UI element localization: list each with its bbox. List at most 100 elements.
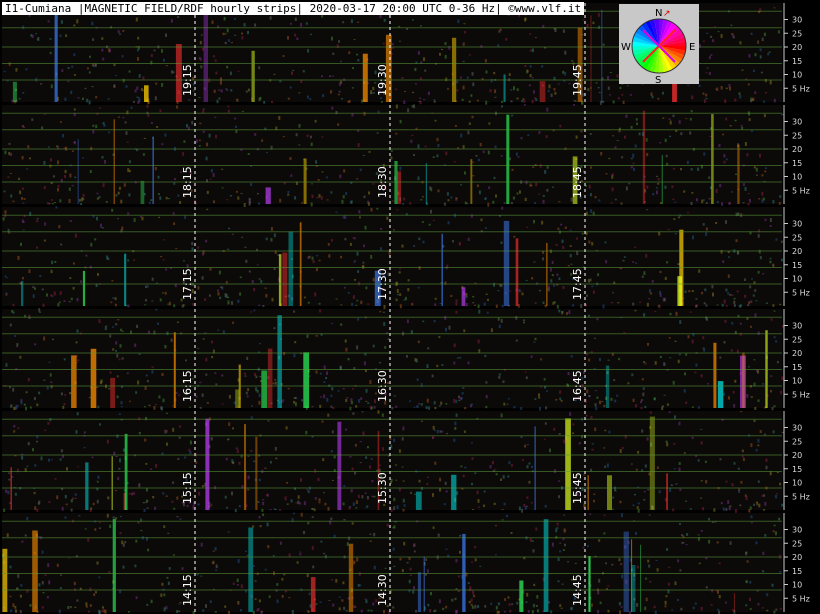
burst-mark xyxy=(503,220,510,306)
y-tick-label: 15 xyxy=(792,159,802,168)
noise-dot xyxy=(57,188,59,192)
noise-dot xyxy=(717,31,720,33)
noise-dot xyxy=(105,325,108,327)
noise-dot xyxy=(32,448,34,452)
burst-mark xyxy=(737,144,740,204)
noise-dot xyxy=(353,605,356,608)
noise-dot xyxy=(73,141,76,145)
burst-mark xyxy=(425,163,427,204)
noise-dot xyxy=(349,242,352,246)
noise-dot xyxy=(95,124,98,129)
noise-dot xyxy=(323,492,325,494)
noise-dot xyxy=(293,400,296,404)
noise-dot xyxy=(698,562,701,565)
noise-dot xyxy=(307,301,310,304)
burst-mark xyxy=(203,13,208,102)
noise-dot xyxy=(397,294,399,296)
noise-dot xyxy=(119,344,122,348)
noise-dot xyxy=(678,120,681,124)
noise-dot xyxy=(675,483,678,485)
noise-dot xyxy=(770,390,772,393)
noise-dot xyxy=(68,187,71,191)
noise-dot xyxy=(589,133,592,135)
noise-dot xyxy=(176,496,179,500)
noise-dot xyxy=(544,504,547,508)
noise-dot xyxy=(740,124,743,127)
noise-dot xyxy=(351,522,354,525)
noise-dot xyxy=(414,83,417,85)
noise-dot xyxy=(419,97,422,99)
noise-dot xyxy=(508,461,511,465)
noise-dot xyxy=(525,180,528,185)
noise-dot xyxy=(361,265,364,268)
noise-dot xyxy=(26,517,29,521)
noise-dot xyxy=(585,232,588,236)
noise-dot xyxy=(285,590,288,593)
noise-dot xyxy=(258,393,261,398)
noise-dot xyxy=(271,101,273,104)
noise-dot xyxy=(515,152,518,156)
noise-dot xyxy=(174,178,176,181)
noise-dot xyxy=(538,396,541,399)
noise-dot xyxy=(418,403,421,405)
noise-dot xyxy=(273,73,276,75)
noise-dot xyxy=(261,139,264,142)
noise-dot xyxy=(370,207,373,212)
burst-mark xyxy=(661,155,663,204)
noise-dot xyxy=(399,293,402,296)
noise-dot xyxy=(225,457,228,461)
noise-dot xyxy=(232,582,235,585)
noise-dot xyxy=(588,184,591,189)
noise-dot xyxy=(598,91,601,94)
noise-dot xyxy=(697,167,700,171)
noise-dot xyxy=(691,95,694,100)
noise-dot xyxy=(586,389,589,394)
noise-dot xyxy=(318,501,321,504)
noise-dot xyxy=(298,92,301,94)
noise-dot xyxy=(8,478,11,481)
noise-dot xyxy=(142,76,145,80)
noise-dot xyxy=(531,77,534,79)
noise-dot xyxy=(621,156,624,159)
noise-dot xyxy=(461,392,464,395)
noise-dot xyxy=(471,605,474,609)
noise-dot xyxy=(493,176,496,180)
noise-dot xyxy=(57,303,60,307)
noise-dot xyxy=(779,195,782,198)
noise-dot xyxy=(243,203,246,207)
noise-dot xyxy=(332,406,335,410)
noise-dot xyxy=(147,114,150,117)
noise-dot xyxy=(64,494,67,499)
noise-dot xyxy=(276,583,279,586)
noise-dot xyxy=(441,364,444,366)
burst-mark xyxy=(649,416,655,510)
noise-dot xyxy=(85,605,88,608)
noise-dot xyxy=(705,72,708,74)
noise-dot xyxy=(560,400,563,402)
noise-dot xyxy=(439,488,441,492)
noise-dot xyxy=(659,202,662,204)
noise-dot xyxy=(401,437,404,441)
noise-dot xyxy=(58,225,61,229)
noise-dot xyxy=(46,202,49,205)
noise-dot xyxy=(388,251,391,255)
noise-dot xyxy=(290,174,293,177)
noise-dot xyxy=(386,523,389,527)
noise-dot xyxy=(724,99,727,103)
noise-dot xyxy=(161,582,164,586)
noise-dot xyxy=(691,339,694,344)
noise-dot xyxy=(616,394,619,397)
noise-dot xyxy=(50,381,53,384)
burst-mark xyxy=(82,270,86,306)
noise-dot xyxy=(434,303,437,306)
noise-dot xyxy=(604,429,607,432)
y-tick-label: 25 xyxy=(792,29,802,38)
noise-dot xyxy=(197,347,200,350)
noise-dot xyxy=(331,322,333,324)
noise-dot xyxy=(597,590,600,595)
noise-dot xyxy=(484,227,487,229)
noise-dot xyxy=(485,394,488,399)
noise-dot xyxy=(703,152,706,156)
noise-dot xyxy=(353,560,356,565)
noise-dot xyxy=(679,320,682,324)
